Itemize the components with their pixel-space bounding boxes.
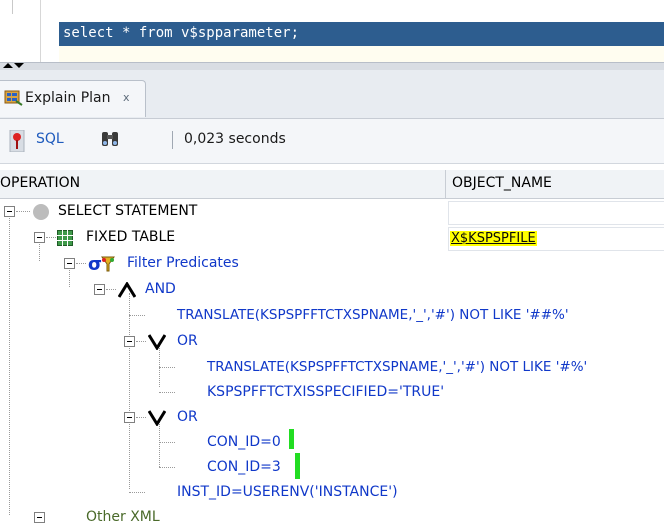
tab-label: Explain Plan: [25, 90, 111, 106]
predicate-text: TRANSLATE(KSPSPFFTCTXSPNAME,'_','#') NOT…: [207, 359, 588, 375]
or-label: OR: [177, 333, 198, 349]
tree-connector: [159, 392, 175, 393]
tree-row-or[interactable]: OR: [0, 405, 664, 430]
statement-icon: [33, 204, 49, 220]
collapse-icon[interactable]: [94, 284, 105, 295]
column-header-operation[interactable]: OPERATION: [0, 175, 80, 191]
and-label: AND: [145, 281, 176, 297]
tree-row-other-xml[interactable]: Other XML: [0, 505, 664, 530]
explain-plan-toolbar: SQL 0,023 seconds: [0, 119, 664, 164]
tree-connector: [159, 467, 175, 468]
editor-gutter: [40, 0, 41, 62]
pin-icon[interactable]: [8, 130, 26, 152]
tree-connector: [159, 442, 175, 443]
tab-bar: Explain Plan x: [0, 70, 664, 119]
or-icon: [148, 410, 166, 426]
elapsed-time: 0,023 seconds: [184, 131, 286, 147]
svg-text:σ: σ: [88, 254, 102, 274]
other-xml-label: Other XML: [86, 509, 160, 525]
collapse-icon[interactable]: [124, 336, 135, 347]
toolbar-separator: [172, 131, 173, 149]
sql-editor[interactable]: select * from v$spparameter;: [0, 0, 664, 62]
tree-connector: [76, 263, 86, 264]
predicate-text: KSPSPFFTCTXISSPECIFIED='TRUE': [207, 384, 445, 400]
tree-connector: [46, 237, 56, 238]
tree-row-predicate[interactable]: TRANSLATE(KSPSPFFTCTXSPNAME,'_','#') NOT…: [0, 303, 664, 328]
collapse-icon[interactable]: [64, 258, 75, 269]
collapse-icon[interactable]: [124, 412, 135, 423]
column-divider[interactable]: [445, 170, 446, 198]
tree-connector: [106, 289, 116, 290]
sql-button[interactable]: SQL: [36, 131, 64, 147]
editor-empty-line[interactable]: [59, 46, 664, 62]
predicate-text: TRANSLATE(KSPSPFFTCTXSPNAME,'_','#') NOT…: [177, 307, 569, 323]
plan-tree: SELECT STATEMENT FIXED TABLE X$KSPSPFILE…: [0, 199, 664, 525]
explain-plan-icon: [4, 90, 23, 106]
tree-row-predicate[interactable]: KSPSPFFTCTXISSPECIFIED='TRUE': [0, 380, 664, 405]
expand-up-icon[interactable]: [3, 63, 13, 68]
table-icon: [57, 230, 73, 246]
tree-row-predicate[interactable]: CON_ID=3: [0, 455, 664, 480]
or-label: OR: [177, 409, 198, 425]
predicate-text: INST_ID=USERENV('INSTANCE'): [177, 484, 398, 500]
plan-table-header: OPERATION OBJECT_NAME: [0, 170, 664, 199]
collapse-icon[interactable]: [4, 206, 15, 217]
or-icon: [148, 334, 166, 350]
column-header-object-name[interactable]: OBJECT_NAME: [452, 175, 552, 191]
close-icon[interactable]: x: [123, 91, 130, 104]
tree-row-select-statement[interactable]: SELECT STATEMENT: [0, 199, 664, 225]
object-name-cell[interactable]: [448, 201, 664, 225]
tree-row-and[interactable]: AND: [0, 277, 664, 302]
tree-connector: [136, 417, 146, 418]
tree-connector: [129, 492, 145, 493]
sql-code-line[interactable]: select * from v$spparameter;: [63, 25, 299, 41]
operation-label: SELECT STATEMENT: [58, 203, 198, 219]
object-name-link[interactable]: X$KSPSPFILE: [450, 231, 537, 246]
gutter-marker: [12, 0, 13, 14]
predicate-text: CON_ID=0: [207, 434, 281, 450]
tree-connector: [129, 315, 145, 316]
tree-row-predicate[interactable]: TRANSLATE(KSPSPFFTCTXSPNAME,'_','#') NOT…: [0, 355, 664, 380]
annotation-mark: [295, 453, 300, 479]
tab-explain-plan[interactable]: Explain Plan x: [0, 80, 146, 117]
binoculars-icon[interactable]: [100, 130, 120, 148]
tree-connector: [159, 367, 175, 368]
collapse-icon[interactable]: [34, 232, 45, 243]
operation-label: FIXED TABLE: [86, 229, 176, 245]
tree-row-filter-predicates[interactable]: σ Filter Predicates: [0, 251, 664, 276]
filter-predicates-label: Filter Predicates: [127, 255, 239, 271]
annotation-mark: [289, 429, 294, 449]
tree-row-predicate[interactable]: INST_ID=USERENV('INSTANCE'): [0, 480, 664, 505]
tree-row-or[interactable]: OR: [0, 329, 664, 354]
collapse-down-icon[interactable]: [14, 63, 24, 68]
filter-icon: σ: [88, 254, 115, 274]
tree-row-predicate[interactable]: CON_ID=0: [0, 430, 664, 455]
tree-row-fixed-table[interactable]: FIXED TABLE X$KSPSPFILE: [0, 225, 664, 251]
tree-connector: [136, 341, 146, 342]
predicate-text: CON_ID=3: [207, 459, 281, 475]
and-icon: [118, 282, 136, 298]
tree-connector: [16, 211, 30, 212]
